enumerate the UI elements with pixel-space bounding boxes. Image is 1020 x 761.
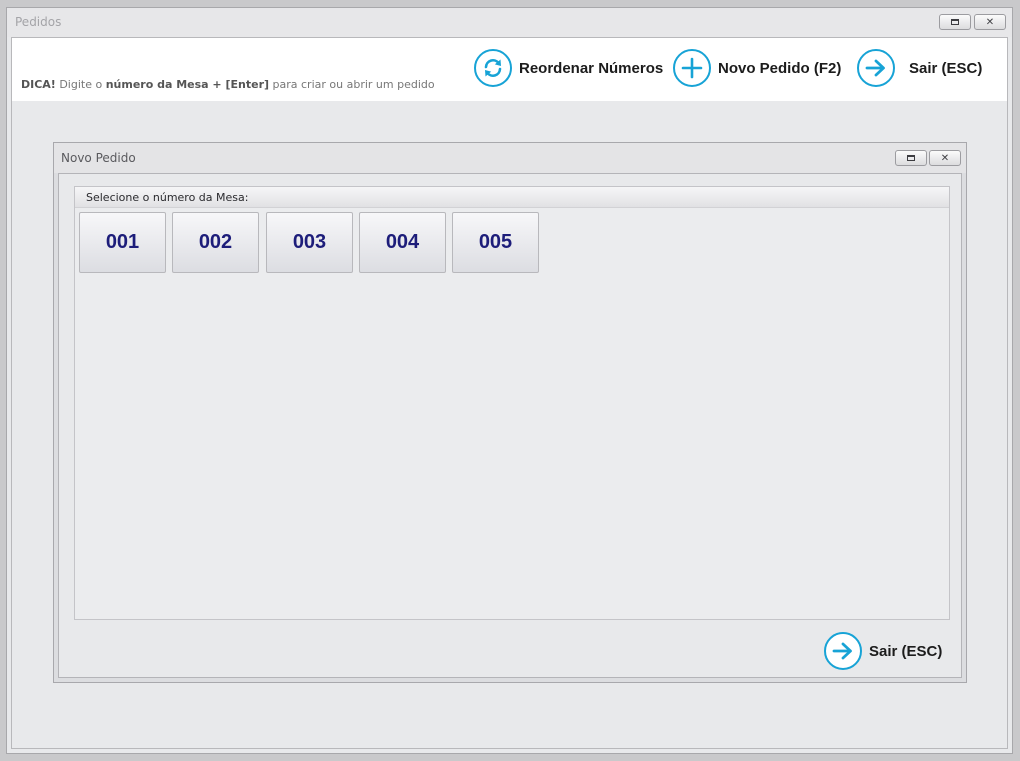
restore-icon (907, 155, 915, 161)
reorder-numbers-button[interactable]: Reordenar Números (474, 48, 663, 88)
window-title: Pedidos (15, 15, 62, 29)
new-order-button[interactable]: Novo Pedido (F2) (673, 48, 841, 88)
restore-button[interactable] (939, 14, 971, 30)
table-button-004[interactable]: 004 (359, 212, 446, 273)
close-icon: ✕ (985, 16, 995, 28)
hint-suffix: para criar ou abrir um pedido (269, 78, 435, 91)
close-icon: ✕ (940, 152, 950, 164)
hint-text: DICA! Digite o número da Mesa + [Enter] … (21, 78, 435, 91)
close-button[interactable]: ✕ (974, 14, 1006, 30)
dialog-exit-button[interactable]: Sair (ESC) (824, 631, 942, 671)
arrow-right-icon (857, 49, 895, 87)
exit-button[interactable]: Sair (ESC) (857, 48, 982, 88)
table-selection-group: Selecione o número da Mesa: 001 002 003 … (74, 186, 950, 620)
dialog-exit-label: Sair (ESC) (869, 642, 943, 660)
arrow-right-icon (824, 632, 862, 670)
refresh-icon (474, 49, 512, 87)
dialog-titlebar: Novo Pedido ✕ (54, 143, 966, 173)
dialog-close-button[interactable]: ✕ (929, 150, 961, 166)
table-button-005[interactable]: 005 (452, 212, 539, 273)
group-header: Selecione o número da Mesa: (75, 187, 949, 208)
table-button-002[interactable]: 002 (172, 212, 259, 273)
reorder-numbers-label: Reordenar Números (519, 59, 664, 77)
dialog-title: Novo Pedido (61, 151, 136, 165)
restore-icon (951, 19, 959, 25)
table-button-001[interactable]: 001 (79, 212, 166, 273)
new-order-dialog: Novo Pedido ✕ Selecione o número da Mesa… (53, 142, 967, 683)
hint-bold: número da Mesa + [Enter] (105, 78, 270, 91)
new-order-label: Novo Pedido (F2) (718, 59, 842, 77)
group-label: Selecione o número da Mesa: (86, 191, 249, 204)
dialog-restore-button[interactable] (895, 150, 927, 166)
hint-mid: Digite o (55, 78, 106, 91)
table-button-003[interactable]: 003 (266, 212, 353, 273)
dialog-body: Selecione o número da Mesa: 001 002 003 … (58, 173, 962, 678)
toolbar: DICA! Digite o número da Mesa + [Enter] … (12, 38, 1007, 101)
plus-icon (673, 49, 711, 87)
window-titlebar: Pedidos ✕ (7, 8, 1012, 37)
exit-label: Sair (ESC) (909, 59, 983, 77)
hint-prefix: DICA! (21, 78, 56, 91)
